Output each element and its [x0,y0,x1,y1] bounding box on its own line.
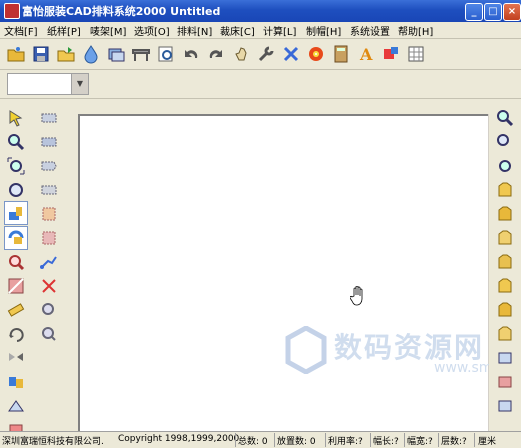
open-icon[interactable] [55,43,77,65]
piece-shape-3-icon[interactable] [38,155,60,177]
status-separator [325,433,326,447]
menu-bar: 文档[F] 纸样[P] 唛架[M] 选项[O] 排料[N] 裁床[C] 计算[L… [0,22,521,39]
minimize-button[interactable]: _ [465,3,483,21]
fold-piece-icon[interactable] [5,395,27,417]
status-unit: 厘米 [478,437,497,447]
status-total: 总数: 0 [238,437,268,447]
status-separator [274,433,275,447]
maximize-button[interactable]: □ [484,3,502,21]
size-combo-box[interactable]: ▼ [7,73,89,95]
cut-piece-icon[interactable] [5,275,27,297]
garment-piece-5-icon[interactable] [494,275,516,297]
garment-piece-3-icon[interactable] [494,227,516,249]
garment-piece-1-icon[interactable] [494,179,516,201]
menu-system-settings[interactable]: 系统设置 [350,23,390,38]
menu-pattern[interactable]: 纸样[P] [47,23,81,38]
piece-search-2-icon[interactable] [38,323,60,345]
garment-piece-6-icon[interactable] [494,299,516,321]
disc-icon[interactable] [305,43,327,65]
status-placed: 放置数: 0 [277,437,316,447]
garment-piece-10-icon[interactable] [494,395,516,417]
secondary-toolbar: ▼ [0,70,521,99]
menu-options[interactable]: 选项[O] [134,23,170,38]
garment-piece-4-icon[interactable] [494,251,516,273]
menu-marker[interactable]: 唛架[M] [90,23,126,38]
open-folder-icon[interactable] [5,43,27,65]
menu-hat[interactable]: 制帽[H] [306,23,341,38]
hand-cursor-icon [350,286,363,306]
title-bar: 富怡服装CAD排料系统2000 Untitled _ □ × [0,0,521,22]
piece-flip-icon[interactable] [38,227,60,249]
text-icon[interactable]: A [355,43,377,65]
tools-icon[interactable] [280,43,302,65]
mirror-piece-icon[interactable] [5,347,27,369]
rotate-piece-icon[interactable] [4,226,28,250]
status-width: 幅宽:? [407,437,433,447]
grid-icon[interactable] [405,43,427,65]
status-separator [235,433,236,447]
table-icon[interactable] [130,43,152,65]
pattern-placement-icon[interactable] [4,201,28,225]
zoom-in-icon[interactable] [5,131,27,153]
status-layers: 层数:? [441,437,467,447]
save-icon[interactable] [30,43,52,65]
menu-cutting[interactable]: 裁床[C] [220,23,255,38]
undo-icon[interactable] [180,43,202,65]
redo-icon[interactable] [205,43,227,65]
garment-piece-7-icon[interactable] [494,323,516,345]
window-title: 富怡服装CAD排料系统2000 Untitled [22,5,221,18]
left-tool-palette [0,99,78,434]
piece-shape-2-icon[interactable] [38,131,60,153]
status-width-length: 幅长:? [373,437,399,447]
drop-icon[interactable] [80,43,102,65]
menu-help[interactable]: 帮助[H] [398,23,433,38]
rotate-arrow-icon[interactable] [5,323,27,345]
select-arrow-icon[interactable] [5,107,27,129]
ruler-strip [78,99,489,114]
piece-set-icon[interactable] [5,371,27,393]
right-tool-palette [489,99,521,431]
garment-piece-2-icon[interactable] [494,203,516,225]
piece-diagonal-icon[interactable] [38,203,60,225]
garment-piece-9-icon[interactable] [494,371,516,393]
zoom-in-right-icon[interactable] [494,107,516,129]
status-separator [370,433,371,447]
piece-search-icon[interactable] [38,299,60,321]
piece-shape-1-icon[interactable] [38,107,60,129]
status-separator [438,433,439,447]
svg-text:A: A [359,45,373,64]
zoom-window-icon[interactable] [5,179,27,201]
marker-canvas[interactable] [78,114,488,433]
menu-calculate[interactable]: 计算[L] [263,23,296,38]
status-bar: 深圳富瑞恒科技有限公司. Copyright 1998,1999,2000 总数… [0,431,521,448]
piece-chain-icon[interactable] [38,251,60,273]
calculator-icon[interactable] [330,43,352,65]
close-button[interactable]: × [503,3,521,21]
app-icon[interactable] [4,3,20,19]
watermark-logo-icon [285,326,327,374]
layer-icon[interactable] [105,43,127,65]
wrench-icon[interactable] [255,43,277,65]
status-separator [474,433,475,447]
menu-nesting[interactable]: 排料[N] [177,23,212,38]
status-usage: 利用率:? [328,437,363,447]
piece-delete-icon[interactable] [38,275,60,297]
chevron-down-icon[interactable]: ▼ [71,74,88,94]
status-company: 深圳富瑞恒科技有限公司. [2,437,104,447]
zoom-fit-icon[interactable] [5,155,27,177]
zoom-out-right-icon[interactable] [494,131,516,153]
preview-icon[interactable] [155,43,177,65]
garment-piece-8-icon[interactable] [494,347,516,369]
magnify-red-icon[interactable] [5,251,27,273]
zoom-fit-right-icon[interactable] [494,155,516,177]
status-copyright: Copyright 1998,1999,2000 [118,434,240,444]
main-toolbar: A [0,39,521,70]
hand-icon[interactable] [230,43,252,65]
status-separator [404,433,405,447]
color-icon[interactable] [380,43,402,65]
measure-ruler-icon[interactable] [5,299,27,321]
piece-shape-4-icon[interactable] [38,179,60,201]
menu-file[interactable]: 文档[F] [4,23,38,38]
